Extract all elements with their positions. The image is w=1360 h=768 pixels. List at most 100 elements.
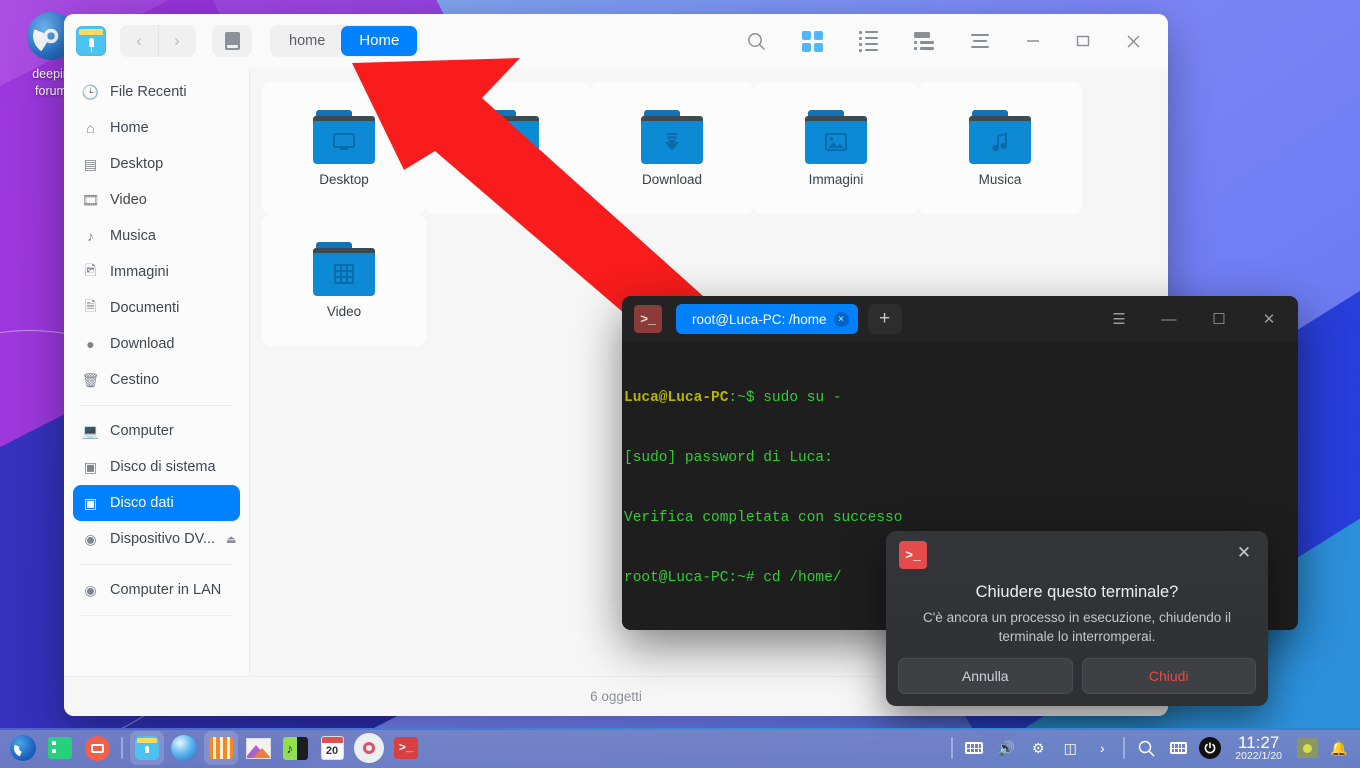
tray-expand-icon[interactable]: ›	[1087, 733, 1117, 763]
confirm-close-button[interactable]: Chiudi	[1081, 658, 1256, 694]
picture-icon: 🖻	[84, 262, 97, 278]
sidebar-item-label: Video	[110, 192, 147, 208]
trash-icon[interactable]	[1292, 733, 1322, 763]
menu-icon[interactable]: ☰	[1094, 296, 1144, 342]
forward-button[interactable]: ›	[158, 25, 196, 57]
volume-icon[interactable]: 🔊	[991, 733, 1021, 763]
terminal-red-icon[interactable]: >_	[389, 731, 423, 765]
dialog-close-button[interactable]: ✕	[1232, 541, 1256, 565]
sidebar-item-video[interactable]: 🎞 Video	[73, 182, 240, 218]
folder-videos-icon	[313, 241, 375, 296]
close-button[interactable]	[1108, 21, 1158, 61]
maximize-button[interactable]	[1058, 21, 1108, 61]
search-icon[interactable]	[728, 21, 784, 61]
bluetooth-icon[interactable]: ⚙	[1023, 733, 1053, 763]
menu-icon[interactable]	[952, 21, 1008, 61]
sidebar-item-label: Cestino	[110, 372, 160, 388]
icon-view-icon[interactable]	[784, 21, 840, 61]
cancel-button[interactable]: Annulla	[898, 658, 1073, 694]
sidebar-item-label: Computer	[110, 423, 174, 439]
sidebar-item-computer-in-lan[interactable]: ◉ Computer in LAN	[73, 572, 240, 608]
sidebar-item-file-recenti[interactable]: 🕒 File Recenti	[73, 74, 240, 110]
sidebar-item-cestino[interactable]: 🗑 Cestino	[73, 362, 240, 398]
file-manager-titlebar: ‹ › home Home	[64, 14, 1168, 68]
file-item-label: Video	[326, 303, 362, 319]
bookmark-button[interactable]	[212, 25, 252, 57]
monitor-icon: 💻	[81, 422, 100, 439]
calendar-icon[interactable]: 20	[315, 731, 349, 765]
terminal-green-icon[interactable]	[43, 731, 77, 765]
sidebar-item-computer[interactable]: 💻 Computer	[73, 413, 240, 449]
toolbar	[728, 21, 1158, 61]
eject-icon[interactable]: ⏏	[226, 533, 236, 546]
terminal-prompt-sep: :~$	[728, 390, 764, 406]
sidebar-item-home[interactable]: ⌂ Home	[73, 110, 240, 146]
dock-apps: ♪ 20 >_	[6, 731, 423, 765]
folder-desktop-icon	[313, 109, 375, 164]
sidebar-divider	[80, 564, 233, 565]
terminal-line: [sudo] password di Luca:	[624, 450, 833, 466]
sidebar-item-label: Dispositivo DV...	[110, 531, 216, 547]
folder-download-icon	[641, 109, 703, 164]
onscreen-keyboard-icon[interactable]	[1163, 733, 1193, 763]
sidebar-item-immagini[interactable]: 🖻 Immagini	[73, 254, 240, 290]
home-icon: ⌂	[86, 120, 95, 136]
launcher-icon[interactable]	[6, 731, 40, 765]
file-item-immagini[interactable]: Immagini	[754, 82, 918, 214]
minimize-button[interactable]	[1008, 21, 1058, 61]
display-icon[interactable]: ◫	[1055, 733, 1085, 763]
power-icon[interactable]	[1195, 733, 1225, 763]
file-item-label: Download	[641, 171, 703, 187]
sidebar-item-disco-di-sistema[interactable]: ▣ Disco di sistema	[73, 449, 240, 485]
back-button[interactable]: ‹	[120, 25, 158, 57]
harddisk-icon: ▣	[83, 458, 98, 475]
bell-icon[interactable]: 🔔	[1324, 733, 1354, 763]
disk-icon: ▣	[83, 494, 98, 511]
new-tab-button[interactable]: +	[867, 304, 902, 334]
calendar-day: 20	[325, 745, 339, 757]
terminal-line: Luca@Luca-PC:~$ sudo su -	[624, 388, 1298, 408]
file-item-label: Musica	[978, 171, 1022, 187]
close-button[interactable]: ✕	[1244, 296, 1294, 342]
screen-recorder-icon[interactable]	[80, 731, 114, 765]
close-terminal-dialog: >_ ✕ Chiudere questo terminale? C'è anco…	[886, 531, 1268, 706]
optical-disc-icon: ◉	[84, 530, 97, 547]
sidebar-item-documenti[interactable]: 🗎 Documenti	[73, 290, 240, 326]
download-icon: ●	[86, 336, 95, 352]
file-item-video[interactable]: Video	[262, 214, 426, 346]
file-item-label: Desktop	[319, 171, 369, 187]
sidebar-item-desktop[interactable]: ▤ Desktop	[73, 146, 240, 182]
terminal-icon: >_	[899, 541, 927, 569]
search-icon[interactable]	[1131, 733, 1161, 763]
terminal-tab[interactable]: root@Luca-PC: /home ×	[676, 304, 858, 334]
file-item-documenti[interactable]: Documenti	[426, 82, 590, 214]
sidebar-item-disco-dati[interactable]: ▣ Disco dati	[73, 485, 240, 521]
sidebar-item-label: Computer in LAN	[110, 582, 222, 598]
maximize-button[interactable]: ☐	[1194, 296, 1244, 342]
close-icon[interactable]: ×	[833, 311, 849, 327]
file-item-desktop[interactable]: Desktop	[262, 82, 426, 214]
browser-icon[interactable]	[167, 731, 201, 765]
image-viewer-icon[interactable]	[241, 731, 275, 765]
file-manager-icon[interactable]	[130, 731, 164, 765]
sidebar-item-download[interactable]: ● Download	[73, 326, 240, 362]
settings-icon[interactable]	[352, 731, 386, 765]
music-player-icon[interactable]: ♪	[278, 731, 312, 765]
file-item-musica[interactable]: Musica	[918, 82, 1082, 214]
breadcrumb-current[interactable]: Home	[341, 26, 418, 56]
sidebar-item-dispositivo-dvd[interactable]: ◉ Dispositivo DV... ⏏	[73, 521, 240, 557]
folder-documents-icon	[477, 109, 539, 164]
keyboard-layout-icon[interactable]	[959, 733, 989, 763]
minimize-button[interactable]: —	[1144, 296, 1194, 342]
sidebar-item-musica[interactable]: ♪ Musica	[73, 218, 240, 254]
clock-icon: 🕒	[81, 83, 100, 100]
film-icon: 🎞	[81, 191, 100, 208]
app-store-icon[interactable]	[204, 731, 238, 765]
detail-view-icon[interactable]	[896, 21, 952, 61]
book-icon	[224, 32, 240, 50]
breadcrumb-path[interactable]: home	[273, 28, 341, 54]
clock[interactable]: 11:27 2022/1/20	[1227, 733, 1290, 763]
sidebar-item-label: Musica	[110, 228, 156, 244]
list-view-icon[interactable]	[840, 21, 896, 61]
file-item-download[interactable]: Download	[590, 82, 754, 214]
